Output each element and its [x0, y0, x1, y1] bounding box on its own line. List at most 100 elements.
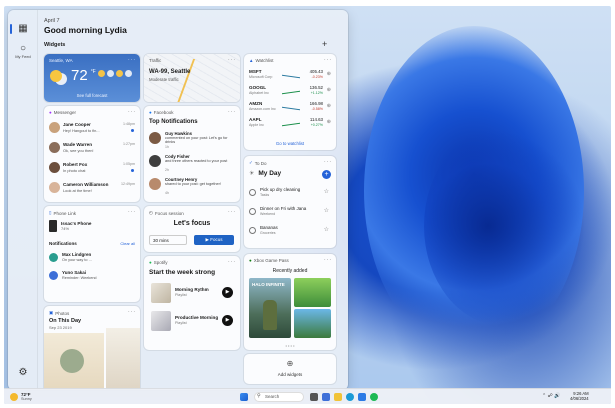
photo-side[interactable]	[106, 328, 140, 390]
messenger-row[interactable]: Jane Cooper Hey! Hangout to fin... 1:48pm	[49, 119, 135, 137]
star-icon[interactable]: ☆	[324, 226, 329, 233]
taskbar-search[interactable]: Search	[254, 392, 304, 402]
star-icon[interactable]: ☆	[324, 207, 329, 214]
focus-more-icon[interactable]: ···	[228, 209, 236, 215]
edge-icon[interactable]	[346, 393, 354, 401]
notification-message: On your way to ...	[62, 258, 92, 262]
message-preview: In photo chat	[63, 168, 86, 173]
spotify-more-icon[interactable]: ···	[228, 259, 236, 265]
start-button-icon[interactable]	[240, 393, 248, 401]
watchlist-widget[interactable]: ▲ Watchlist ··· MSFT Microsoft Corp 405.43-…	[244, 54, 336, 150]
phone-notification[interactable]: Max Lindgren On your way to ...	[49, 251, 135, 267]
avatar	[149, 178, 161, 190]
focus-start-button[interactable]: ▶ Focus	[194, 235, 234, 245]
add-widgets-label: Add widgets	[277, 372, 303, 377]
facebook-app-label: Facebook	[153, 110, 174, 115]
notification-text: shared to your post: get together!	[165, 182, 221, 186]
todo-item[interactable]: Dinner on Fri with Jana Weekend ☆	[249, 205, 331, 222]
facebook-notification[interactable]: Courtney Henry shared to your post: get t…	[149, 176, 235, 197]
todo-widget[interactable]: ✓ To Do ··· ☀ My Day + Pick up dry cleani…	[244, 156, 336, 248]
watchlist-row[interactable]: AAPL Apple Inc 114.63 +0.27% ⊕	[249, 116, 331, 130]
spotify-header: ● Spotify	[149, 260, 167, 265]
playlist-cover	[151, 283, 171, 303]
widgets-home-icon[interactable]: ▦	[16, 22, 30, 36]
watchlist-row[interactable]: AMZN Amazon.com Inc 166.98 -0.58% ⊕	[249, 100, 331, 114]
file-explorer-icon[interactable]	[334, 393, 342, 401]
stock-price: 114.63	[309, 117, 323, 122]
watchlist-row[interactable]: GOOGL Alphabet Inc 136.52 +1.12% ⊕	[249, 84, 331, 98]
widgets-taskbar-icon[interactable]	[322, 393, 330, 401]
watchlist-link[interactable]: Go to watchlist	[244, 141, 336, 146]
stock-options-icon[interactable]: ⊕	[327, 87, 331, 93]
add-widget-plus-icon[interactable]: +	[322, 39, 327, 49]
stock-options-icon[interactable]: ⊕	[327, 71, 331, 77]
stock-price: 405.43	[309, 69, 323, 74]
avatar	[49, 142, 60, 153]
todo-checkbox[interactable]	[249, 189, 256, 196]
playlist-cover	[151, 311, 171, 331]
todo-icon: ✓	[249, 160, 253, 165]
todo-add-icon[interactable]: +	[322, 170, 331, 179]
facebook-notification[interactable]: Cody Fisher and three others reacted to y…	[149, 153, 235, 174]
xbox-more-icon[interactable]: ···	[324, 257, 332, 263]
phone-link-widget[interactable]: ▯ Phone Link ··· Issac's Phone 74% Notifi…	[44, 206, 140, 302]
traffic-widget[interactable]: Traffic ··· WA-99, Seattle Moderate traf…	[144, 54, 240, 102]
facebook-notification[interactable]: Guy Hawkins commented on your post: Let's…	[149, 130, 235, 151]
messenger-widget[interactable]: ● Messenger ··· Jane Cooper Hey! Hangout t…	[44, 106, 140, 202]
taskbar-condition: Sunny	[21, 397, 32, 401]
task-view-icon[interactable]	[310, 393, 318, 401]
facebook-widget[interactable]: ● Facebook ··· Top Notifications Guy Hawk…	[144, 106, 240, 202]
system-tray-icons[interactable]: ⌃ ☍ 🔊	[542, 393, 560, 399]
focus-widget[interactable]: ◴ Focus session ··· Let's focus 30 mins ▶…	[144, 206, 240, 252]
stock-options-icon[interactable]: ⊕	[327, 119, 331, 125]
add-widgets-card[interactable]: ⊕ Add widgets	[244, 354, 336, 384]
taskbar-weather[interactable]: 72°F Sunny	[10, 392, 32, 401]
todo-task: Pick up dry cleaning	[260, 187, 301, 192]
photo-main[interactable]	[44, 333, 104, 390]
messenger-row[interactable]: Wade Warren Ok, see you then! 1:27pm	[49, 139, 135, 157]
messenger-row[interactable]: Cameron Williamson Look at the time! 12:49…	[49, 179, 135, 197]
avatar	[49, 182, 60, 193]
game-tile-2[interactable]	[294, 309, 331, 338]
photos-more-icon[interactable]: ···	[128, 309, 136, 315]
star-icon[interactable]: ☆	[324, 188, 329, 195]
photos-widget[interactable]: ▣ Photos ··· On This Day Sep 23 2019	[44, 306, 140, 390]
playlist-subtitle: Playlist	[175, 293, 187, 297]
phone-notification[interactable]: Yuno Sakai Reminder: Weekend	[49, 269, 135, 285]
weather-forecast-link[interactable]: See full forecast	[44, 93, 140, 98]
spotify-taskbar-icon[interactable]	[370, 393, 378, 401]
xbox-widget[interactable]: ● Xbox Game Pass ··· Recently added HALO …	[244, 254, 336, 350]
messenger-row[interactable]: Robert Fox In photo chat 1:05pm	[49, 159, 135, 177]
settings-gear-icon[interactable]: ⚙	[16, 366, 30, 380]
spotify-widget[interactable]: ● Spotify ··· Start the week strong Morni…	[144, 256, 240, 350]
watchlist-row[interactable]: MSFT Microsoft Corp 405.43 -0.23% ⊕	[249, 68, 331, 82]
watchlist-more-icon[interactable]: ···	[324, 57, 332, 63]
spotify-icon: ●	[149, 260, 152, 265]
stock-sparkline	[282, 117, 300, 127]
store-icon[interactable]	[358, 393, 366, 401]
stock-change: -0.23%	[311, 75, 323, 79]
stock-options-icon[interactable]: ⊕	[327, 103, 331, 109]
play-button-icon[interactable]: ▶	[222, 315, 233, 326]
traffic-more-icon[interactable]: ···	[228, 57, 236, 63]
phone-more-icon[interactable]: ···	[128, 209, 136, 215]
taskbar-clock[interactable]: 9:26 AM 4/06/2024	[570, 391, 589, 401]
todo-item[interactable]: Bananas Groceries ☆	[249, 224, 331, 241]
todo-checkbox[interactable]	[249, 208, 256, 215]
todo-item[interactable]: Pick up dry cleaning Tasks ☆	[249, 186, 331, 203]
messenger-more-icon[interactable]: ···	[128, 109, 136, 115]
weather-more-icon[interactable]: ···	[128, 57, 136, 63]
game-tile-1[interactable]	[294, 278, 331, 307]
todo-checkbox[interactable]	[249, 227, 256, 234]
traffic-route: WA-99, Seattle	[149, 69, 191, 75]
facebook-more-icon[interactable]: ···	[228, 109, 236, 115]
halo-infinite-tile[interactable]: HALO INFINITE	[249, 278, 291, 338]
focus-duration[interactable]: 30 mins	[149, 235, 187, 245]
todo-more-icon[interactable]: ···	[324, 159, 332, 165]
phone-clear-all[interactable]: Clear all	[120, 241, 135, 246]
spotify-playlist[interactable]: Morning Rythm Playlist ▶	[149, 282, 235, 306]
play-button-icon[interactable]: ▶	[222, 287, 233, 298]
avatar	[49, 162, 60, 173]
spotify-playlist[interactable]: Productive Morning Playlist ▶	[149, 310, 235, 334]
weather-widget[interactable]: Seattle, WA ··· 72 °F See full forecast	[44, 54, 140, 102]
